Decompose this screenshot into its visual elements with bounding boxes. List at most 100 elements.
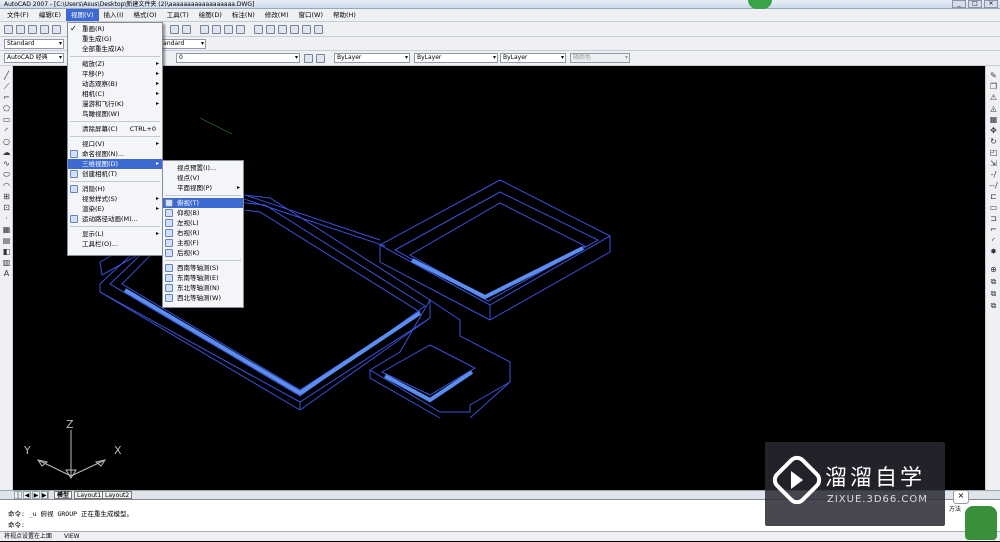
- helper-mascot[interactable]: × 方法: [945, 488, 1000, 541]
- linetype-combo[interactable]: ByLayer ▾: [414, 53, 498, 63]
- lineweight-combo[interactable]: ByLayer ▾: [500, 53, 566, 63]
- copy-icon[interactable]: ❐: [989, 83, 998, 91]
- polygon-icon[interactable]: ⬠: [2, 105, 11, 113]
- redo-icon[interactable]: [182, 25, 191, 34]
- menu-insert[interactable]: 插入(I): [99, 9, 129, 21]
- tab-layout1[interactable]: Layout1: [74, 491, 105, 499]
- ellipse-icon[interactable]: ⬭: [2, 171, 11, 179]
- menu-item-create-camera[interactable]: 创建相机(T): [68, 169, 162, 179]
- menu-item-named-views[interactable]: 命名视图(N)...: [68, 149, 162, 159]
- mirror-icon[interactable]: ⚠: [989, 94, 998, 102]
- menu-item-se-iso[interactable]: 东南等轴测(E): [163, 273, 243, 283]
- last-layout-button[interactable]: ▶|: [41, 491, 49, 499]
- table-icon[interactable]: ▥: [2, 259, 11, 267]
- menu-item-orbit[interactable]: 动态观察(B) ▸: [68, 79, 162, 89]
- offset-icon[interactable]: ◬: [989, 105, 998, 113]
- menu-tools[interactable]: 工具(T): [162, 9, 194, 21]
- array-icon[interactable]: ▦: [989, 116, 998, 124]
- save-icon[interactable]: [28, 25, 37, 34]
- menu-item-viewpoint-presets[interactable]: 视点预置(I)...: [163, 163, 243, 173]
- command-prompt[interactable]: 命令:: [8, 519, 25, 529]
- rectangle-icon[interactable]: ▭: [2, 116, 11, 124]
- workspace-combo[interactable]: AutoCAD 经典 ▾: [4, 53, 64, 63]
- tool-palettes-icon[interactable]: [278, 25, 287, 34]
- polyline-icon[interactable]: ⌐: [2, 94, 11, 102]
- trim-icon[interactable]: -/: [989, 171, 998, 179]
- menu-draw[interactable]: 绘图(D): [194, 9, 227, 21]
- undo-icon[interactable]: [170, 25, 179, 34]
- menu-item-top-view[interactable]: 俯视(T): [163, 198, 243, 208]
- menu-item-redraw[interactable]: ✓ 重画(R): [68, 24, 162, 34]
- sheet-set-icon[interactable]: [290, 25, 299, 34]
- stretch-icon[interactable]: ⇲: [989, 160, 998, 168]
- menu-item-viewpoint[interactable]: 视点(V): [163, 173, 243, 183]
- menu-item-viewports[interactable]: 视口(V) ▸: [68, 139, 162, 149]
- menu-item-3d-views[interactable]: 三维视图(D) ▸: [68, 159, 162, 169]
- snap-icon[interactable]: ⊕: [989, 266, 998, 274]
- menu-file[interactable]: 文件(F): [2, 9, 34, 21]
- text-style-combo[interactable]: Standard ▾: [4, 39, 64, 49]
- menu-item-hide[interactable]: 消隐(H): [68, 184, 162, 194]
- print-icon[interactable]: [40, 25, 49, 34]
- menu-item-sw-iso[interactable]: 西南等轴测(S): [163, 263, 243, 273]
- menu-item-regen-all[interactable]: 全部重生成(A): [68, 44, 162, 54]
- explode-icon[interactable]: ✸: [989, 248, 998, 256]
- menu-dimension[interactable]: 标注(N): [227, 9, 260, 21]
- construction-line-icon[interactable]: ⟋: [2, 83, 11, 91]
- menu-item-display[interactable]: 显示(L) ▸: [68, 229, 162, 239]
- menu-item-ne-iso[interactable]: 东北等轴测(N): [163, 283, 243, 293]
- first-layout-button[interactable]: |◀: [14, 491, 22, 507]
- menu-item-walk-fly[interactable]: 漫游和飞行(K) ▸: [68, 99, 162, 109]
- menu-modify[interactable]: 修改(M): [260, 9, 294, 21]
- menu-help[interactable]: 帮助(H): [328, 9, 361, 21]
- open-file-icon[interactable]: [16, 25, 25, 34]
- scale-icon[interactable]: ◰: [989, 149, 998, 157]
- menu-window[interactable]: 窗口(W): [293, 9, 328, 21]
- zoom-window-icon[interactable]: [224, 25, 233, 34]
- markup-icon[interactable]: [302, 25, 311, 34]
- plotstyle-combo[interactable]: 随颜色 ▾: [570, 53, 630, 63]
- rotate-icon[interactable]: ↻: [989, 138, 998, 146]
- make-block-icon[interactable]: ⊡: [2, 204, 11, 212]
- layer-state-icon[interactable]: ⧉: [989, 290, 998, 298]
- menu-item-left-view[interactable]: 左视(L): [163, 218, 243, 228]
- menu-edit[interactable]: 编辑(E): [34, 9, 66, 21]
- layer-combo[interactable]: 0 ▾: [176, 53, 300, 63]
- calculator-icon[interactable]: [314, 25, 323, 34]
- color-combo[interactable]: ByLayer ▾: [334, 53, 410, 63]
- ellipse-arc-icon[interactable]: ◠: [2, 182, 11, 190]
- circle-icon[interactable]: ○: [2, 138, 11, 146]
- menu-item-right-view[interactable]: 右视(R): [163, 228, 243, 238]
- chamfer-icon[interactable]: ⌐: [989, 226, 998, 234]
- zoom-realtime-icon[interactable]: [212, 25, 221, 34]
- fillet-icon[interactable]: ◜: [989, 237, 998, 245]
- layer-walk-icon[interactable]: ⧉: [989, 302, 998, 310]
- hatch-icon[interactable]: ▦: [2, 226, 11, 234]
- maximize-button[interactable]: □: [968, 0, 982, 8]
- pan-icon[interactable]: [200, 25, 209, 34]
- break-at-point-icon[interactable]: ⊏: [989, 193, 998, 201]
- layer-icon[interactable]: ⧉: [989, 278, 998, 286]
- menu-item-toolbars[interactable]: 工具栏(O)...: [68, 239, 162, 249]
- layer-previous-icon[interactable]: [304, 54, 313, 63]
- menu-format[interactable]: 格式(O): [129, 9, 162, 21]
- menu-item-plan-view[interactable]: 平面视图(P) ▸: [163, 183, 243, 193]
- menu-item-nw-iso[interactable]: 西北等轴测(W): [163, 293, 243, 303]
- layer-match-icon[interactable]: [316, 54, 325, 63]
- move-icon[interactable]: ✥: [989, 127, 998, 135]
- menu-item-back-view[interactable]: 后视(K): [163, 248, 243, 258]
- break-icon[interactable]: ▭: [989, 204, 998, 212]
- menu-item-motion-path[interactable]: 运动路径动画(M)...: [68, 214, 162, 224]
- extend-icon[interactable]: --/: [989, 182, 998, 190]
- design-center-icon[interactable]: [266, 25, 275, 34]
- menu-item-bottom-view[interactable]: 仰视(B): [163, 208, 243, 218]
- menu-item-clean-screen[interactable]: 清除屏幕(C) CTRL+0: [68, 124, 162, 134]
- insert-block-icon[interactable]: ⊞: [2, 193, 11, 201]
- menu-item-front-view[interactable]: 主视(F): [163, 238, 243, 248]
- preview-icon[interactable]: [52, 25, 61, 34]
- join-icon[interactable]: ⊐: [989, 215, 998, 223]
- tab-model[interactable]: 模型: [54, 491, 73, 499]
- revision-cloud-icon[interactable]: ☁: [2, 149, 11, 157]
- prev-layout-button[interactable]: ◀: [23, 491, 31, 499]
- arc-icon[interactable]: ◜: [2, 127, 11, 135]
